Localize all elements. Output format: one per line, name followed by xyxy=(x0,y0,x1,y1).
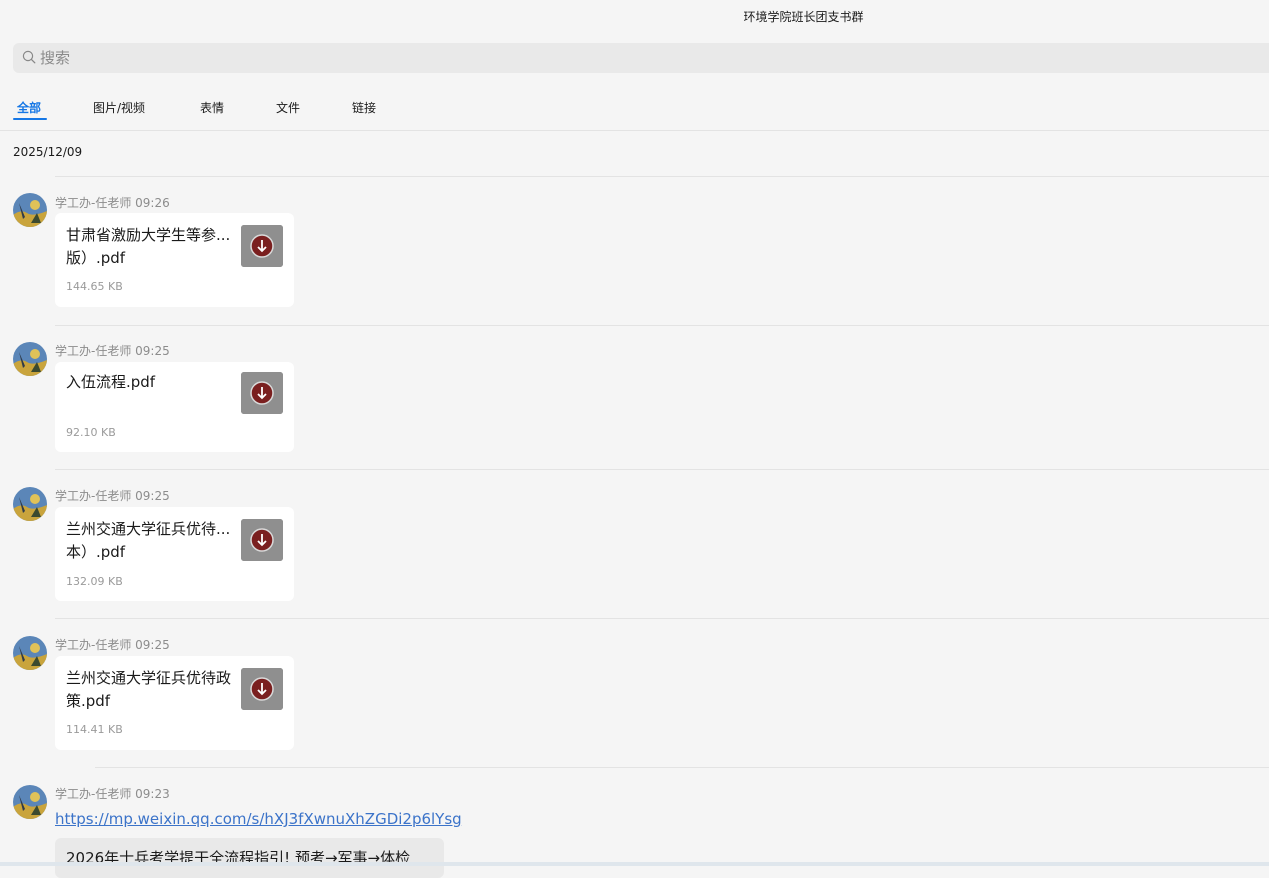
search-input[interactable] xyxy=(40,49,640,67)
file-name-line: 版）.pdf xyxy=(66,249,126,267)
file-size: 114.41 KB xyxy=(66,723,123,736)
sender-time: 学工办-任老师 09:25 xyxy=(55,344,170,358)
file-name-line: 甘肃省激励大学生等参... xyxy=(66,226,231,244)
file-card[interactable]: 兰州交通大学征兵优待政 策.pdf 114.41 KB xyxy=(55,656,294,750)
download-icon[interactable] xyxy=(241,225,283,267)
divider xyxy=(55,176,1269,177)
file-name-line: 策.pdf xyxy=(66,692,111,710)
download-icon[interactable] xyxy=(241,519,283,561)
tab-files[interactable]: 文件 xyxy=(276,99,300,116)
bottom-edge xyxy=(0,862,1269,866)
download-icon[interactable] xyxy=(241,372,283,414)
date-header: 2025/12/09 xyxy=(13,145,83,159)
file-card[interactable]: 兰州交通大学征兵优待... 本）.pdf 132.09 KB xyxy=(55,507,294,601)
file-card[interactable]: 甘肃省激励大学生等参... 版）.pdf 144.65 KB xyxy=(55,213,294,307)
file-name-line: 兰州交通大学征兵优待政 xyxy=(66,669,232,687)
avatar[interactable] xyxy=(13,342,47,376)
file-name: 入伍流程.pdf xyxy=(66,371,234,394)
divider xyxy=(0,130,1269,131)
avatar[interactable] xyxy=(13,636,47,670)
message-link[interactable]: https://mp.weixin.qq.com/s/hXJ3fXwnuXhZG… xyxy=(55,810,462,828)
divider xyxy=(55,469,1269,470)
file-name-line: 入伍流程.pdf xyxy=(66,373,156,391)
tab-images-videos[interactable]: 图片/视频 xyxy=(93,99,145,116)
file-name-line: 本）.pdf xyxy=(66,543,126,561)
window-title: 环境学院班长团支书群 xyxy=(743,10,864,24)
tab-all[interactable]: 全部 xyxy=(17,99,41,116)
tab-links[interactable]: 链接 xyxy=(352,99,376,116)
file-card[interactable]: 入伍流程.pdf 92.10 KB xyxy=(55,362,294,452)
divider xyxy=(95,767,1269,768)
sender-time: 学工办-任老师 09:23 xyxy=(55,787,170,801)
search-bar[interactable] xyxy=(13,43,1269,73)
active-tab-indicator xyxy=(13,118,47,120)
file-size: 132.09 KB xyxy=(66,575,123,588)
avatar[interactable] xyxy=(13,785,47,819)
avatar[interactable] xyxy=(13,487,47,521)
search-icon xyxy=(22,49,40,68)
download-icon[interactable] xyxy=(241,668,283,710)
divider xyxy=(55,325,1269,326)
link-preview-card[interactable]: 2026年士兵考学提干全流程指引! 预考→军事→体检 xyxy=(55,838,444,878)
avatar[interactable] xyxy=(13,193,47,227)
file-size: 92.10 KB xyxy=(66,426,116,439)
sender-time: 学工办-任老师 09:25 xyxy=(55,489,170,503)
file-name: 兰州交通大学征兵优待政 策.pdf xyxy=(66,667,234,713)
file-name: 甘肃省激励大学生等参... 版）.pdf xyxy=(66,224,234,270)
divider xyxy=(55,618,1269,619)
tab-stickers[interactable]: 表情 xyxy=(200,99,224,116)
file-size: 144.65 KB xyxy=(66,280,123,293)
file-name-line: 兰州交通大学征兵优待... xyxy=(66,520,231,538)
sender-time: 学工办-任老师 09:25 xyxy=(55,638,170,652)
file-name: 兰州交通大学征兵优待... 本）.pdf xyxy=(66,518,234,564)
sender-time: 学工办-任老师 09:26 xyxy=(55,196,170,210)
